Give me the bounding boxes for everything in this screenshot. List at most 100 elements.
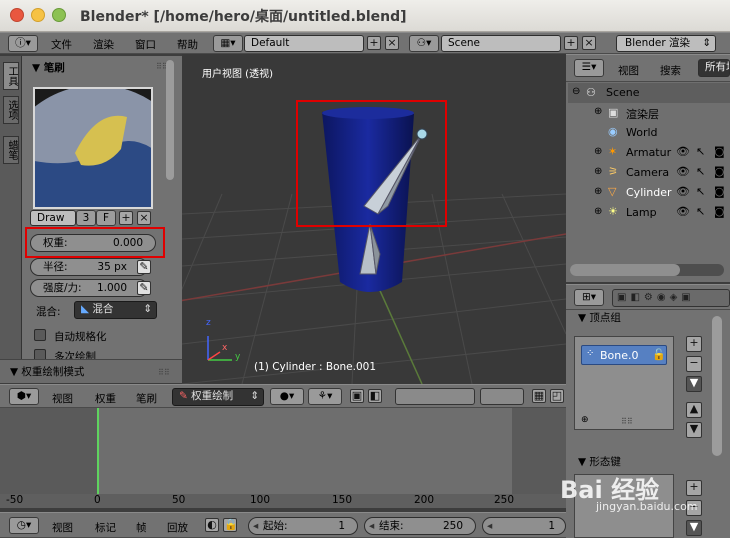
render-engine-select[interactable]: Blender 渲染 ⇕ [616, 35, 716, 52]
shape-keys-header[interactable]: ▼ 形态键 [578, 454, 621, 469]
outliner-row-render-layers[interactable]: ⊕ ▣ 渲染层 [568, 103, 730, 123]
viewport-menu-view[interactable]: 视图 [52, 391, 73, 406]
eye-icon[interactable]: 👁 [676, 165, 690, 178]
properties-tabs[interactable]: ▣◧⚙◉◈▣ [612, 289, 730, 307]
timeline-menu-playback[interactable]: 回放 [167, 520, 188, 535]
add-shape-key-button[interactable]: + [686, 480, 702, 496]
brush-name-field[interactable]: Draw [30, 210, 76, 226]
timeline-ruler[interactable]: -50 0 50 100 150 200 250 [0, 494, 566, 508]
viewport-menu-weights[interactable]: 权重 [95, 391, 116, 406]
layers-b[interactable] [480, 388, 524, 405]
vertex-group-item[interactable]: ⁘ Bone.0 🔓 [581, 345, 667, 365]
camera-render-icon[interactable]: ◙ [714, 165, 725, 178]
end-frame-field[interactable]: ◂ 结束: 250 [364, 517, 476, 535]
scene-icon[interactable]: ⚇▾ [409, 35, 439, 52]
viewport-editor-type[interactable]: ⬢▾ [9, 388, 39, 405]
drag-handle-icon[interactable]: ⠿⠿ [621, 417, 633, 426]
menu-file[interactable]: 文件 [51, 37, 72, 52]
maximize-window-button[interactable] [52, 8, 66, 22]
timeline-area[interactable] [0, 408, 566, 494]
outliner-row-armature[interactable]: ⊕ ✶ Armatur 👁 ↖ ◙ [568, 143, 730, 163]
tab-grease-pencil[interactable]: 蜡笔 [3, 136, 19, 164]
expand-icon[interactable]: ⊕ [581, 415, 589, 425]
collapse-icon[interactable]: ⊖ [572, 86, 580, 97]
add-brush-button[interactable]: + [119, 211, 133, 225]
outliner-menu-search[interactable]: 搜索 [660, 63, 681, 78]
eye-icon[interactable]: 👁 [676, 205, 690, 218]
timeline-menu-frame[interactable]: 帧 [136, 520, 147, 535]
remove-brush-button[interactable]: × [137, 211, 151, 225]
timeline-menu-marker[interactable]: 标记 [95, 520, 116, 535]
fake-user-button[interactable]: F [96, 210, 116, 226]
outliner-hscrollbar[interactable] [570, 264, 724, 276]
close-window-button[interactable] [10, 8, 24, 22]
layout-select[interactable]: Default [244, 35, 364, 52]
cursor-icon[interactable]: ↖ [696, 165, 705, 178]
layers-a[interactable] [395, 388, 475, 405]
drag-handle-icon[interactable]: ⠿⠿ [158, 368, 170, 377]
menu-window[interactable]: 窗口 [135, 37, 156, 52]
viewport-menu-brush[interactable]: 笔刷 [136, 391, 157, 406]
vertex-groups-header[interactable]: ▼ 顶点组 [578, 310, 621, 322]
lock-icon[interactable]: 🔒 [223, 518, 238, 532]
specials-menu-button[interactable]: ▼ [686, 376, 702, 392]
tab-options[interactable]: 选项 [3, 96, 19, 124]
expand-icon[interactable]: ⊕ [594, 106, 602, 117]
minimize-window-button[interactable] [31, 8, 45, 22]
brush-users-count[interactable]: 3 [76, 210, 96, 226]
move-up-button[interactable]: ▲ [686, 402, 702, 418]
weight-paint-mode-panel[interactable]: ▼ 权重绘制模式 ⠿⠿ [0, 359, 182, 383]
radius-field[interactable]: 半径: 35 px [30, 258, 148, 276]
cursor-icon[interactable]: ↖ [696, 185, 705, 198]
render-preview-button[interactable]: ◰ [550, 389, 564, 403]
menu-help[interactable]: 帮助 [177, 37, 198, 52]
add-layout-button[interactable]: + [367, 36, 381, 50]
add-vertex-group-button[interactable]: + [686, 336, 702, 352]
menu-render[interactable]: 渲染 [93, 37, 114, 52]
pivot-select[interactable]: ⚘▾ [308, 388, 342, 405]
expand-icon[interactable]: ⊕ [594, 166, 602, 177]
expand-icon[interactable]: ⊕ [594, 186, 602, 197]
remove-scene-button[interactable]: × [582, 36, 596, 50]
mode-select[interactable]: ✎ 权重绘制 ⇕ [172, 388, 264, 406]
preview-range-icon[interactable]: ◐ [205, 518, 219, 532]
shape-key-specials-button[interactable]: ▼ [686, 520, 702, 536]
display-mode-select[interactable]: 所有场 [698, 59, 730, 77]
auto-normalize-checkbox[interactable] [34, 329, 46, 341]
timeline-menu-view[interactable]: 视图 [52, 520, 73, 535]
outliner-menu-view[interactable]: 视图 [618, 63, 639, 78]
scrollbar-thumb[interactable] [570, 264, 680, 276]
tab-tools[interactable]: 工具 [3, 62, 19, 90]
outliner-row-camera[interactable]: ⊕ ⚞ Camera 👁 ↖ ◙ [568, 163, 730, 183]
pressure-radius-icon[interactable]: ✎ [137, 260, 151, 274]
start-frame-field[interactable]: ◂ 起始: 1 [248, 517, 358, 535]
tool-shelf-scrollbar[interactable] [162, 56, 176, 359]
mask-vertex-button[interactable]: ◧ [368, 389, 382, 403]
remove-layout-button[interactable]: × [385, 36, 399, 50]
add-scene-button[interactable]: + [564, 36, 578, 50]
scene-select[interactable]: Scene [441, 35, 561, 52]
current-frame-line[interactable] [97, 408, 99, 494]
camera-lock-button[interactable]: ▦ [532, 389, 546, 403]
cursor-icon[interactable]: ↖ [696, 205, 705, 218]
scrollbar-thumb[interactable] [166, 60, 174, 180]
brush-panel-header[interactable]: ▼ 笔刷 [32, 60, 65, 75]
current-frame-field[interactable]: ◂ 1 [482, 517, 566, 535]
outliner-row-world[interactable]: ◉ World [568, 123, 730, 143]
lock-icon[interactable]: 🔓 [652, 348, 666, 361]
strength-field[interactable]: 强度/力: 1.000 [30, 279, 148, 297]
camera-render-icon[interactable]: ◙ [714, 145, 725, 158]
timeline-editor-type[interactable]: ◷▾ [9, 517, 39, 534]
editor-type-button[interactable]: ⓘ▾ [8, 35, 38, 52]
eye-icon[interactable]: 👁 [676, 145, 690, 158]
outliner-row-scene[interactable]: ⊖ ⚇ Scene [568, 83, 730, 103]
expand-icon[interactable]: ⊕ [594, 206, 602, 217]
outliner-editor-type[interactable]: ☰▾ [574, 59, 604, 77]
brush-preview[interactable] [33, 87, 153, 209]
outliner-row-lamp[interactable]: ⊕ ☀ Lamp 👁 ↖ ◙ [568, 203, 730, 223]
blend-select[interactable]: ◣ 混合 ⇕ [74, 301, 157, 319]
shading-select[interactable]: ●▾ [270, 388, 304, 405]
mask-paint-button[interactable]: ▣ [350, 389, 364, 403]
properties-scrollbar[interactable] [712, 316, 722, 456]
eye-icon[interactable]: 👁 [676, 185, 690, 198]
